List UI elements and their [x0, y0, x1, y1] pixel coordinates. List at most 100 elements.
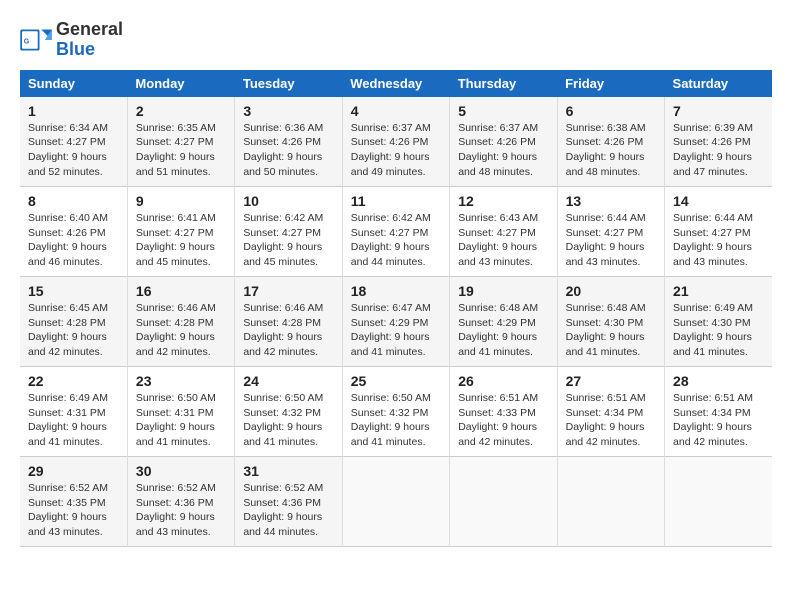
daylight-text: Daylight: 9 hours and 48 minutes. — [458, 150, 548, 179]
calendar-cell: 20 Sunrise: 6:48 AM Sunset: 4:30 PM Dayl… — [557, 277, 664, 367]
day-number: 27 — [566, 373, 656, 389]
calendar-cell: 12 Sunrise: 6:43 AM Sunset: 4:27 PM Dayl… — [450, 187, 557, 277]
day-info: Sunrise: 6:52 AM Sunset: 4:35 PM Dayligh… — [28, 481, 119, 540]
calendar-cell: 16 Sunrise: 6:46 AM Sunset: 4:28 PM Dayl… — [127, 277, 234, 367]
sunset-text: Sunset: 4:33 PM — [458, 406, 548, 421]
sunrise-text: Sunrise: 6:40 AM — [28, 211, 119, 226]
day-number: 15 — [28, 283, 119, 299]
sunrise-text: Sunrise: 6:37 AM — [351, 121, 441, 136]
day-info: Sunrise: 6:34 AM Sunset: 4:27 PM Dayligh… — [28, 121, 119, 180]
col-sunday: Sunday — [20, 70, 127, 97]
calendar-cell: 21 Sunrise: 6:49 AM Sunset: 4:30 PM Dayl… — [665, 277, 772, 367]
calendar-cell — [557, 457, 664, 547]
day-info: Sunrise: 6:50 AM Sunset: 4:32 PM Dayligh… — [351, 391, 441, 450]
day-number: 8 — [28, 193, 119, 209]
day-info: Sunrise: 6:49 AM Sunset: 4:30 PM Dayligh… — [673, 301, 764, 360]
calendar-week-row: 29 Sunrise: 6:52 AM Sunset: 4:35 PM Dayl… — [20, 457, 772, 547]
calendar-week-row: 15 Sunrise: 6:45 AM Sunset: 4:28 PM Dayl… — [20, 277, 772, 367]
sunset-text: Sunset: 4:31 PM — [28, 406, 119, 421]
day-info: Sunrise: 6:39 AM Sunset: 4:26 PM Dayligh… — [673, 121, 764, 180]
sunrise-text: Sunrise: 6:43 AM — [458, 211, 548, 226]
daylight-text: Daylight: 9 hours and 41 minutes. — [243, 420, 333, 449]
daylight-text: Daylight: 9 hours and 42 minutes. — [673, 420, 764, 449]
day-info: Sunrise: 6:46 AM Sunset: 4:28 PM Dayligh… — [243, 301, 333, 360]
daylight-text: Daylight: 9 hours and 41 minutes. — [673, 330, 764, 359]
calendar-cell: 14 Sunrise: 6:44 AM Sunset: 4:27 PM Dayl… — [665, 187, 772, 277]
day-number: 1 — [28, 103, 119, 119]
calendar-cell: 30 Sunrise: 6:52 AM Sunset: 4:36 PM Dayl… — [127, 457, 234, 547]
day-number: 19 — [458, 283, 548, 299]
sunrise-text: Sunrise: 6:44 AM — [673, 211, 764, 226]
day-info: Sunrise: 6:45 AM Sunset: 4:28 PM Dayligh… — [28, 301, 119, 360]
sunset-text: Sunset: 4:32 PM — [351, 406, 441, 421]
sunset-text: Sunset: 4:27 PM — [243, 226, 333, 241]
sunrise-text: Sunrise: 6:44 AM — [566, 211, 656, 226]
daylight-text: Daylight: 9 hours and 41 minutes. — [136, 420, 226, 449]
sunrise-text: Sunrise: 6:37 AM — [458, 121, 548, 136]
calendar-cell: 25 Sunrise: 6:50 AM Sunset: 4:32 PM Dayl… — [342, 367, 449, 457]
daylight-text: Daylight: 9 hours and 46 minutes. — [28, 240, 119, 269]
sunrise-text: Sunrise: 6:46 AM — [136, 301, 226, 316]
daylight-text: Daylight: 9 hours and 41 minutes. — [351, 330, 441, 359]
calendar-cell: 24 Sunrise: 6:50 AM Sunset: 4:32 PM Dayl… — [235, 367, 342, 457]
day-info: Sunrise: 6:51 AM Sunset: 4:34 PM Dayligh… — [673, 391, 764, 450]
daylight-text: Daylight: 9 hours and 43 minutes. — [458, 240, 548, 269]
calendar-week-row: 1 Sunrise: 6:34 AM Sunset: 4:27 PM Dayli… — [20, 97, 772, 187]
day-number: 29 — [28, 463, 119, 479]
sunset-text: Sunset: 4:27 PM — [28, 135, 119, 150]
sunset-text: Sunset: 4:35 PM — [28, 496, 119, 511]
calendar-week-row: 8 Sunrise: 6:40 AM Sunset: 4:26 PM Dayli… — [20, 187, 772, 277]
calendar-cell: 7 Sunrise: 6:39 AM Sunset: 4:26 PM Dayli… — [665, 97, 772, 187]
day-number: 5 — [458, 103, 548, 119]
calendar-cell: 8 Sunrise: 6:40 AM Sunset: 4:26 PM Dayli… — [20, 187, 127, 277]
day-info: Sunrise: 6:35 AM Sunset: 4:27 PM Dayligh… — [136, 121, 226, 180]
calendar-cell: 28 Sunrise: 6:51 AM Sunset: 4:34 PM Dayl… — [665, 367, 772, 457]
day-info: Sunrise: 6:52 AM Sunset: 4:36 PM Dayligh… — [136, 481, 226, 540]
day-info: Sunrise: 6:37 AM Sunset: 4:26 PM Dayligh… — [351, 121, 441, 180]
day-number: 31 — [243, 463, 333, 479]
sunset-text: Sunset: 4:27 PM — [458, 226, 548, 241]
sunrise-text: Sunrise: 6:48 AM — [566, 301, 656, 316]
day-info: Sunrise: 6:49 AM Sunset: 4:31 PM Dayligh… — [28, 391, 119, 450]
sunset-text: Sunset: 4:28 PM — [243, 316, 333, 331]
daylight-text: Daylight: 9 hours and 43 minutes. — [566, 240, 656, 269]
calendar-week-row: 22 Sunrise: 6:49 AM Sunset: 4:31 PM Dayl… — [20, 367, 772, 457]
daylight-text: Daylight: 9 hours and 42 minutes. — [243, 330, 333, 359]
sunset-text: Sunset: 4:27 PM — [136, 135, 226, 150]
day-info: Sunrise: 6:36 AM Sunset: 4:26 PM Dayligh… — [243, 121, 333, 180]
day-info: Sunrise: 6:44 AM Sunset: 4:27 PM Dayligh… — [673, 211, 764, 270]
header: G General Blue — [20, 20, 772, 60]
daylight-text: Daylight: 9 hours and 45 minutes. — [136, 240, 226, 269]
sunrise-text: Sunrise: 6:47 AM — [351, 301, 441, 316]
daylight-text: Daylight: 9 hours and 43 minutes. — [28, 510, 119, 539]
daylight-text: Daylight: 9 hours and 48 minutes. — [566, 150, 656, 179]
daylight-text: Daylight: 9 hours and 41 minutes. — [458, 330, 548, 359]
sunset-text: Sunset: 4:26 PM — [458, 135, 548, 150]
daylight-text: Daylight: 9 hours and 47 minutes. — [673, 150, 764, 179]
svg-text:G: G — [24, 38, 30, 45]
sunset-text: Sunset: 4:31 PM — [136, 406, 226, 421]
day-number: 7 — [673, 103, 764, 119]
calendar-cell: 31 Sunrise: 6:52 AM Sunset: 4:36 PM Dayl… — [235, 457, 342, 547]
sunrise-text: Sunrise: 6:45 AM — [28, 301, 119, 316]
sunrise-text: Sunrise: 6:38 AM — [566, 121, 656, 136]
daylight-text: Daylight: 9 hours and 42 minutes. — [458, 420, 548, 449]
calendar-cell: 2 Sunrise: 6:35 AM Sunset: 4:27 PM Dayli… — [127, 97, 234, 187]
calendar-header-row: Sunday Monday Tuesday Wednesday Thursday… — [20, 70, 772, 97]
sunrise-text: Sunrise: 6:50 AM — [243, 391, 333, 406]
calendar-cell: 13 Sunrise: 6:44 AM Sunset: 4:27 PM Dayl… — [557, 187, 664, 277]
sunset-text: Sunset: 4:36 PM — [243, 496, 333, 511]
calendar-cell: 26 Sunrise: 6:51 AM Sunset: 4:33 PM Dayl… — [450, 367, 557, 457]
daylight-text: Daylight: 9 hours and 42 minutes. — [136, 330, 226, 359]
sunrise-text: Sunrise: 6:39 AM — [673, 121, 764, 136]
day-number: 9 — [136, 193, 226, 209]
daylight-text: Daylight: 9 hours and 52 minutes. — [28, 150, 119, 179]
day-number: 16 — [136, 283, 226, 299]
calendar-cell: 10 Sunrise: 6:42 AM Sunset: 4:27 PM Dayl… — [235, 187, 342, 277]
sunset-text: Sunset: 4:27 PM — [673, 226, 764, 241]
sunset-text: Sunset: 4:36 PM — [136, 496, 226, 511]
sunset-text: Sunset: 4:34 PM — [673, 406, 764, 421]
day-info: Sunrise: 6:44 AM Sunset: 4:27 PM Dayligh… — [566, 211, 656, 270]
sunset-text: Sunset: 4:29 PM — [458, 316, 548, 331]
calendar-cell: 23 Sunrise: 6:50 AM Sunset: 4:31 PM Dayl… — [127, 367, 234, 457]
